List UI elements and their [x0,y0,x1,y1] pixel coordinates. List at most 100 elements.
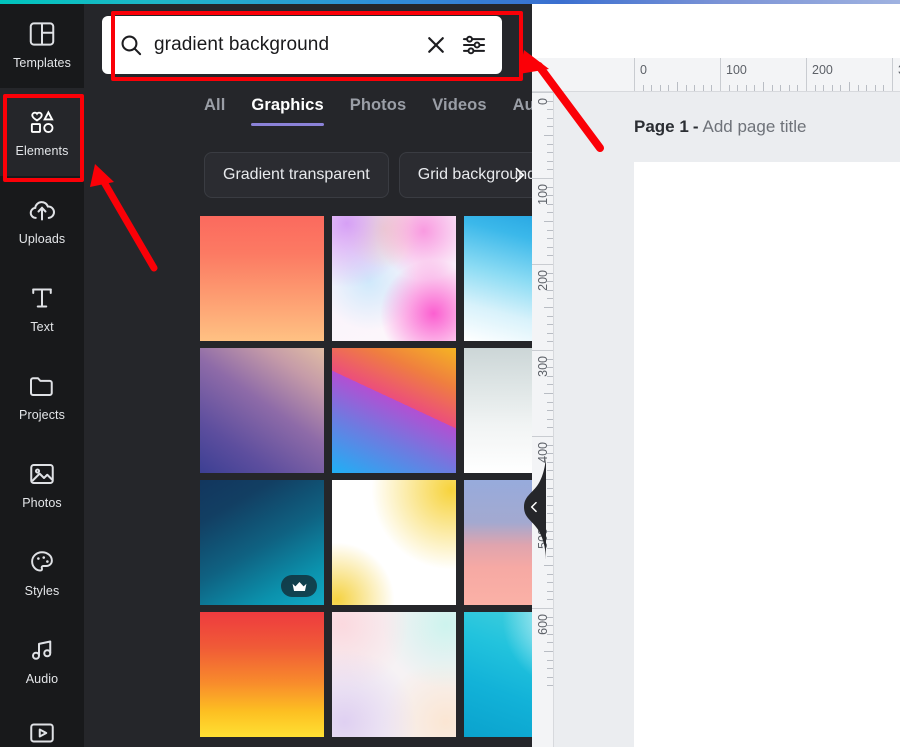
ruler-minor-tick [866,85,868,91]
ruler-minor-tick [737,85,739,91]
search-input[interactable]: gradient background [154,34,412,56]
ruler-minor-tick [547,315,553,317]
ruler-minor-tick [754,85,756,91]
result-thumbnail-orange-magenta-blue-gradient[interactable] [332,348,456,473]
ruler-minor-tick [547,358,553,360]
ruler-minor-tick [547,169,553,171]
ruler-minor-tick [547,229,553,231]
sidebar-label-elements: Elements [15,143,69,158]
tab-videos-label: Videos [432,96,487,114]
search-input-container[interactable]: gradient background [102,16,502,74]
sidebar-item-projects[interactable]: Projects [0,352,84,440]
page-title-input[interactable]: Add page title [702,117,806,137]
tab-all[interactable]: All [204,96,225,126]
panel-collapse-handle[interactable] [524,455,546,559]
ruler-minor-tick [547,573,553,575]
ruler-minor-tick [547,496,553,498]
sidebar-item-styles[interactable]: Styles [0,528,84,616]
page-title-bar: Page 1 - Add page title [554,92,900,162]
ruler-minor-tick [840,85,842,91]
tab-audio[interactable]: Audio [513,96,532,126]
ruler-minor-tick [547,246,553,248]
ruler-minor-tick [547,143,553,145]
chip-gradient-transparent[interactable]: Gradient transparent [204,152,389,198]
ruler-minor-tick [728,85,730,91]
ruler-minor-tick [797,85,799,91]
ruler-minor-tick [547,341,553,343]
horizontal-ruler[interactable]: 010020030 [554,58,900,92]
result-thumbnail-purple-tan-gradient[interactable] [200,348,324,473]
ruler-major-tick [720,58,721,91]
tab-graphics[interactable]: Graphics [251,96,325,126]
ruler-minor-tick [547,599,553,601]
ruler-minor-tick [668,85,670,91]
tab-videos[interactable]: Videos [432,96,486,126]
sidebar-item-text[interactable]: Text [0,264,84,352]
sidebar-item-videos[interactable] [0,704,84,747]
design-page[interactable] [634,162,900,747]
sidebar-item-templates[interactable]: Templates [0,0,84,88]
ruler-minor-tick [547,676,553,678]
ruler-minor-tick [547,289,553,291]
result-thumbnail-coral-peach-gradient[interactable] [200,216,324,341]
editor-canvas-area: 010020030 0100200300400500600 Page 1 - A… [532,0,900,747]
ruler-major-tick [532,350,553,351]
result-thumbnail-white-yellow-gradient[interactable] [332,480,456,605]
close-icon[interactable] [422,31,450,59]
chevron-left-icon [527,499,541,515]
sidebar-label-projects: Projects [19,407,65,422]
ruler-minor-tick [694,85,696,91]
ruler-minor-tick [547,556,553,558]
ruler-minor-tick [849,82,850,91]
tab-photos[interactable]: Photos [350,96,407,126]
ruler-minor-tick [547,281,553,283]
result-thumbnail-pastel-lavender-mint-gradient[interactable] [332,612,456,737]
ruler-minor-tick [547,255,553,257]
sidebar-label-photos: Photos [22,495,62,510]
result-thumbnail-periwinkle-salmon-gradient[interactable] [464,480,532,605]
ruler-minor-tick [547,530,553,532]
ruler-minor-tick [547,100,553,102]
result-thumbnail-red-orange-yellow-gradient[interactable] [200,612,324,737]
tab-graphics-label: Graphics [251,96,324,114]
vertical-ruler[interactable]: 0100200300400500600 [532,92,554,747]
sliders-filter-icon[interactable] [460,31,488,59]
ruler-minor-tick [677,82,678,91]
ruler-minor-tick [780,85,782,91]
ruler-major-tick [532,92,553,93]
result-thumbnail-gray-white-gradient[interactable] [464,348,532,473]
ruler-minor-tick [659,85,661,91]
canvas-surface [554,162,900,747]
ruler-minor-tick [547,298,553,300]
sidebar-item-audio[interactable]: Audio [0,616,84,704]
photos-icon [27,459,57,489]
projects-icon [27,371,57,401]
sidebar-item-uploads[interactable]: Uploads [0,176,84,264]
ruler-minor-tick [788,85,790,91]
ruler-minor-tick [544,393,553,394]
left-sidebar: Templates Elements Uploads Text Projects… [0,0,84,747]
result-thumbnail-blue-white-gradient[interactable] [464,216,532,341]
ruler-minor-tick [547,375,553,377]
chevron-right-icon[interactable] [506,152,532,198]
result-thumbnail-navy-teal-gradient[interactable] [200,480,324,605]
ruler-minor-tick [547,625,553,627]
ruler-minor-tick [547,685,553,687]
sidebar-item-photos[interactable]: Photos [0,440,84,528]
ruler-minor-tick [547,203,553,205]
ruler-minor-tick [544,307,553,308]
ruler-major-tick [806,58,807,91]
ruler-minor-tick [711,85,713,91]
sidebar-item-elements[interactable]: Elements [0,88,84,176]
canva-editor-screen: Templates Elements Uploads Text Projects… [0,0,900,747]
ruler-minor-tick [547,195,553,197]
templates-icon [27,19,57,49]
result-thumbnail-cyan-white-gradient[interactable] [464,612,532,737]
ruler-minor-tick [547,513,553,515]
ruler-minor-tick [874,85,876,91]
ruler-minor-tick [547,332,553,334]
ruler-minor-tick [547,186,553,188]
ruler-minor-tick [547,152,553,154]
result-thumbnail-pink-white-blob-gradient[interactable] [332,216,456,341]
ruler-tick-label: 200 [812,63,833,77]
